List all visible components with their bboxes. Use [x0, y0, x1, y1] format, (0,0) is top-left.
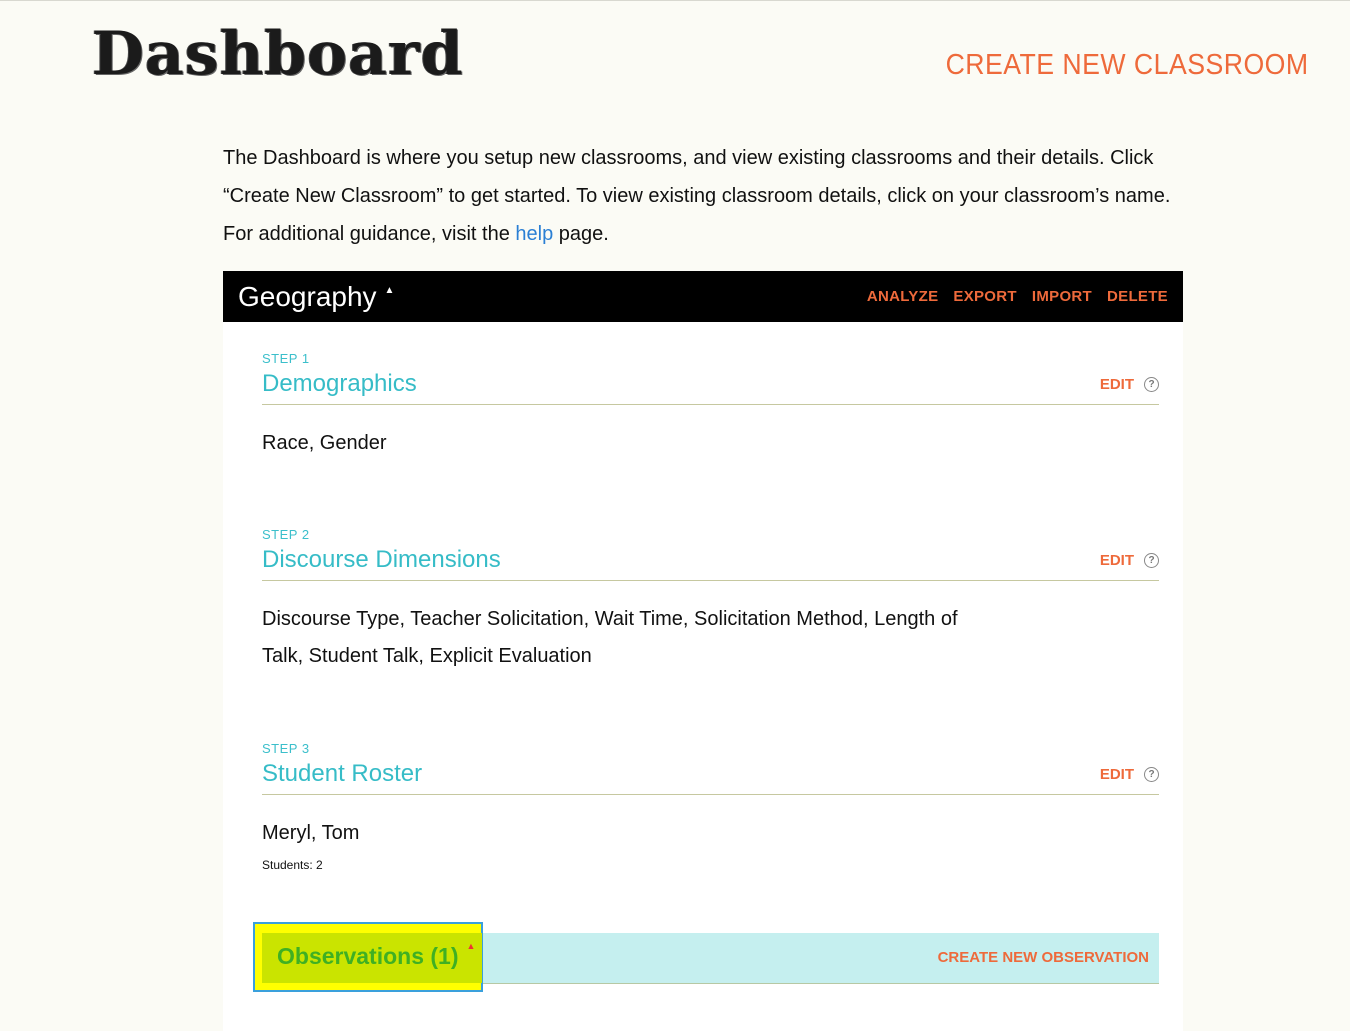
dashboard-logo: Dashboard: [92, 19, 464, 89]
edit-discourse-button[interactable]: EDIT: [1100, 552, 1134, 569]
create-new-observation-button[interactable]: CREATE NEW OBSERVATION: [938, 949, 1149, 966]
import-button[interactable]: IMPORT: [1032, 288, 1092, 305]
step-title-row: Student Roster EDIT ?: [262, 760, 1159, 795]
intro-text-before: The Dashboard is where you setup new cla…: [223, 147, 1171, 245]
step-demographics: STEP 1 Demographics EDIT ? Race, Gender: [262, 351, 1159, 462]
step-title-row: Demographics EDIT ?: [262, 370, 1159, 405]
observations-title[interactable]: Observations (1): [277, 943, 459, 970]
help-link[interactable]: help: [515, 223, 553, 245]
edit-roster-button[interactable]: EDIT: [1100, 766, 1134, 783]
step-discourse-dimensions: STEP 2 Discourse Dimensions EDIT ? Disco…: [262, 527, 1159, 675]
discourse-summary: Discourse Type, Teacher Solicitation, Wa…: [262, 608, 958, 667]
students-count: Students: 2: [262, 858, 323, 872]
demographics-summary: Race, Gender: [262, 432, 387, 454]
observations-toggle[interactable]: Observations (1) ▲: [262, 933, 482, 983]
step-title: Discourse Dimensions: [262, 546, 501, 573]
classroom-panel: Geography ▲ ANALYZE EXPORT IMPORT DELETE…: [223, 271, 1183, 1031]
edit-group: EDIT ?: [1100, 552, 1159, 569]
step-title: Student Roster: [262, 760, 423, 787]
create-new-classroom-button[interactable]: CREATE NEW CLASSROOM: [946, 49, 1309, 82]
classroom-name[interactable]: Geography: [238, 281, 377, 313]
edit-demographics-button[interactable]: EDIT: [1100, 376, 1134, 393]
caret-up-icon[interactable]: ▲: [385, 285, 395, 296]
observations-bar: Observations (1) ▲ CREATE NEW OBSERVATIO…: [253, 922, 1159, 992]
caret-up-icon[interactable]: ▲: [467, 941, 476, 951]
step-title: Demographics: [262, 370, 417, 397]
export-button[interactable]: EXPORT: [953, 288, 1016, 305]
classroom-header: Geography ▲ ANALYZE EXPORT IMPORT DELETE: [223, 271, 1183, 322]
intro-text: The Dashboard is where you setup new cla…: [223, 139, 1183, 253]
step-label: STEP 3: [262, 741, 310, 756]
observations-title-group[interactable]: Observations (1) ▲: [277, 941, 476, 970]
delete-button[interactable]: DELETE: [1107, 288, 1168, 305]
help-icon[interactable]: ?: [1144, 552, 1159, 568]
step-label: STEP 1: [262, 351, 310, 366]
help-icon[interactable]: ?: [1144, 766, 1159, 782]
intro-text-after: page.: [553, 223, 609, 245]
classroom-actions: ANALYZE EXPORT IMPORT DELETE: [867, 288, 1168, 305]
step-student-roster: STEP 3 Student Roster EDIT ? Meryl, Tom …: [262, 741, 1159, 872]
step-title-row: Discourse Dimensions EDIT ?: [262, 546, 1159, 581]
help-icon[interactable]: ?: [1144, 376, 1159, 392]
edit-group: EDIT ?: [1100, 766, 1159, 783]
analyze-button[interactable]: ANALYZE: [867, 288, 939, 305]
edit-group: EDIT ?: [1100, 376, 1159, 393]
roster-summary: Meryl, Tom: [262, 822, 360, 844]
classroom-name-toggle[interactable]: Geography ▲: [238, 281, 394, 313]
step-label: STEP 2: [262, 527, 310, 542]
